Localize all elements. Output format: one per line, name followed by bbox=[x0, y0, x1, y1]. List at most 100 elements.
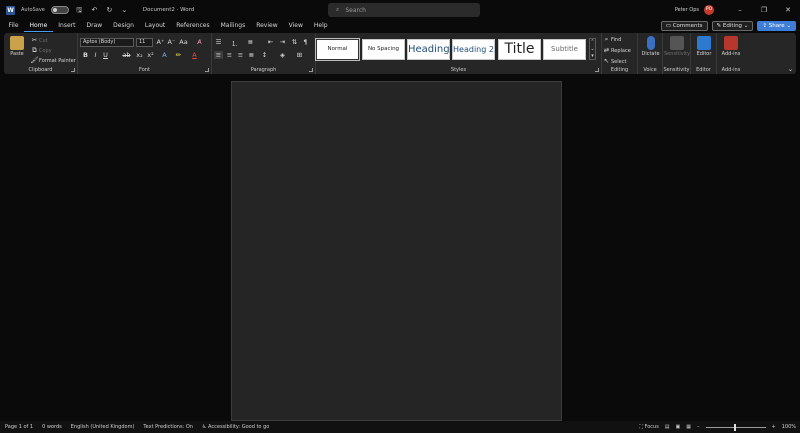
text-predictions-status[interactable]: Text Predictions: On bbox=[143, 424, 193, 430]
styles-gallery-scroll[interactable]: ⌃ ⌄ ▾ bbox=[589, 38, 596, 60]
style-subtitle[interactable]: Subtitle bbox=[543, 39, 586, 60]
editing-mode-button[interactable]: ✎ Editing ⌄ bbox=[711, 21, 754, 31]
underline-button[interactable]: U bbox=[101, 51, 110, 59]
paste-button[interactable]: Paste bbox=[8, 36, 26, 57]
autosave-toggle[interactable] bbox=[50, 6, 69, 14]
tab-references[interactable]: References bbox=[171, 20, 215, 32]
text-effects-button[interactable]: A bbox=[160, 51, 169, 59]
zoom-slider[interactable] bbox=[705, 423, 766, 431]
tab-file[interactable]: File bbox=[3, 20, 24, 32]
accessibility-label: Accessibility: Good to go bbox=[208, 424, 270, 430]
tab-review[interactable]: Review bbox=[251, 20, 283, 32]
underline-icon: U bbox=[103, 51, 108, 59]
borders-button[interactable]: ⊞ bbox=[295, 51, 304, 59]
clipboard-launcher-icon[interactable] bbox=[71, 68, 75, 72]
superscript-button[interactable]: x² bbox=[146, 51, 155, 59]
style-normal[interactable]: Normal bbox=[315, 38, 360, 61]
align-left-button[interactable]: ≡ bbox=[214, 51, 223, 59]
web-layout-icon[interactable]: ▦ bbox=[686, 424, 691, 430]
language-status[interactable]: English (United Kingdom) bbox=[71, 424, 135, 430]
italic-button[interactable]: I bbox=[91, 51, 100, 59]
sensitivity-button[interactable]: Sensitivity bbox=[664, 36, 690, 57]
tab-draw[interactable]: Draw bbox=[81, 20, 108, 32]
bullets-button[interactable]: ☰ bbox=[214, 38, 223, 46]
read-mode-icon[interactable]: ▤ bbox=[665, 424, 670, 430]
strikethrough-button[interactable]: ab bbox=[122, 51, 131, 59]
line-spacing-icon: ↕ bbox=[261, 51, 268, 59]
zoom-level[interactable]: 100% bbox=[782, 424, 796, 430]
voice-group-label: Voice bbox=[643, 67, 657, 73]
tab-layout[interactable]: Layout bbox=[139, 20, 170, 32]
dictate-button[interactable]: Dictate bbox=[640, 36, 661, 57]
page-count[interactable]: Page 1 of 1 bbox=[5, 424, 33, 430]
copy-button[interactable]: ⧉ Copy bbox=[30, 46, 52, 55]
font-name-select[interactable]: Aptos (Body) bbox=[80, 38, 134, 47]
focus-button[interactable]: ⛶ Focus bbox=[639, 424, 658, 430]
customize-toolbar-icon[interactable]: ⌄ bbox=[120, 6, 129, 15]
tab-home[interactable]: Home bbox=[24, 20, 53, 32]
paragraph-launcher-icon[interactable] bbox=[309, 68, 313, 72]
collapse-ribbon-button[interactable]: ⌄ bbox=[786, 65, 795, 73]
justify-button[interactable]: ≣ bbox=[247, 51, 256, 59]
style-heading[interactable]: Heading bbox=[407, 39, 450, 60]
bold-button[interactable]: B bbox=[81, 51, 90, 59]
subscript-button[interactable]: x₂ bbox=[135, 51, 144, 59]
highlight-button[interactable]: ✏ bbox=[174, 51, 183, 59]
font-color-button[interactable]: A bbox=[190, 51, 199, 59]
align-center-button[interactable]: ≡ bbox=[225, 51, 234, 59]
grow-font-button[interactable]: A⁺ bbox=[156, 38, 165, 46]
style-title[interactable]: Title bbox=[498, 39, 541, 60]
avatar[interactable]: PO bbox=[704, 5, 714, 15]
save-icon[interactable]: 🖫 bbox=[75, 6, 84, 15]
word-count[interactable]: 0 words bbox=[42, 424, 62, 430]
shading-button[interactable]: ◈ bbox=[278, 51, 287, 59]
bold-icon: B bbox=[83, 51, 88, 59]
document-page[interactable] bbox=[231, 81, 562, 421]
addins-group-label: Add-ins bbox=[721, 67, 741, 73]
font-size-select[interactable]: 11 bbox=[136, 38, 153, 47]
show-marks-button[interactable]: ¶ bbox=[301, 38, 310, 46]
tab-help[interactable]: Help bbox=[308, 20, 333, 32]
chevron-down-icon: ⌄ bbox=[743, 23, 749, 29]
undo-icon[interactable]: ↶ bbox=[90, 6, 99, 15]
tab-insert[interactable]: Insert bbox=[53, 20, 81, 32]
decrease-indent-button[interactable]: ⇤ bbox=[266, 38, 275, 46]
print-layout-icon[interactable]: ▣ bbox=[676, 424, 681, 430]
comments-button[interactable]: ▭ Comments bbox=[660, 21, 708, 31]
addins-button[interactable]: Add-ins bbox=[719, 36, 743, 57]
editor-button[interactable]: Editor bbox=[693, 36, 715, 57]
close-button[interactable]: ✕ bbox=[776, 0, 800, 20]
cut-button[interactable]: ✂ Cut bbox=[30, 36, 48, 44]
tab-view[interactable]: View bbox=[283, 20, 308, 32]
multilevel-list-button[interactable]: ≣ bbox=[246, 38, 255, 46]
minimize-button[interactable]: – bbox=[728, 0, 752, 20]
find-button[interactable]: ⌕ Find bbox=[602, 35, 622, 44]
align-right-button[interactable]: ≡ bbox=[236, 51, 245, 59]
zoom-slider-knob[interactable] bbox=[733, 423, 736, 431]
style-no-spacing[interactable]: No Spacing bbox=[362, 39, 405, 60]
select-button[interactable]: ↖ Select bbox=[602, 57, 627, 65]
numbering-button[interactable]: ⒈ bbox=[230, 38, 239, 48]
zoom-in-button[interactable]: + bbox=[772, 424, 776, 430]
comments-icon: ▭ bbox=[665, 23, 671, 29]
accessibility-status[interactable]: ♿ Accessibility: Good to go bbox=[202, 424, 269, 430]
increase-indent-button[interactable]: ⇥ bbox=[278, 38, 287, 46]
zoom-out-button[interactable]: – bbox=[697, 424, 700, 430]
replace-button[interactable]: ⇄ Replace bbox=[602, 46, 631, 54]
clear-formatting-button[interactable]: A̸ bbox=[195, 38, 204, 46]
style-heading-2[interactable]: Heading 2 bbox=[452, 39, 495, 60]
restore-button[interactable]: ❐ bbox=[752, 0, 776, 20]
change-case-button[interactable]: Aa bbox=[179, 38, 188, 46]
subscript-icon: x₂ bbox=[136, 51, 143, 59]
styles-launcher-icon[interactable] bbox=[595, 68, 599, 72]
sort-button[interactable]: ⇅ bbox=[290, 38, 299, 46]
line-spacing-button[interactable]: ↕ bbox=[260, 51, 269, 59]
redo-icon[interactable]: ↻ bbox=[105, 6, 114, 15]
font-launcher-icon[interactable] bbox=[205, 68, 209, 72]
search-input[interactable]: ⌕ Search bbox=[328, 3, 480, 17]
format-painter-button[interactable]: 🖌Format Painter bbox=[30, 56, 75, 64]
share-button[interactable]: ⇪ Share ⌄ bbox=[757, 21, 796, 31]
tab-design[interactable]: Design bbox=[108, 20, 140, 32]
tab-mailings[interactable]: Mailings bbox=[215, 20, 251, 32]
shrink-font-button[interactable]: A⁻ bbox=[167, 38, 176, 46]
